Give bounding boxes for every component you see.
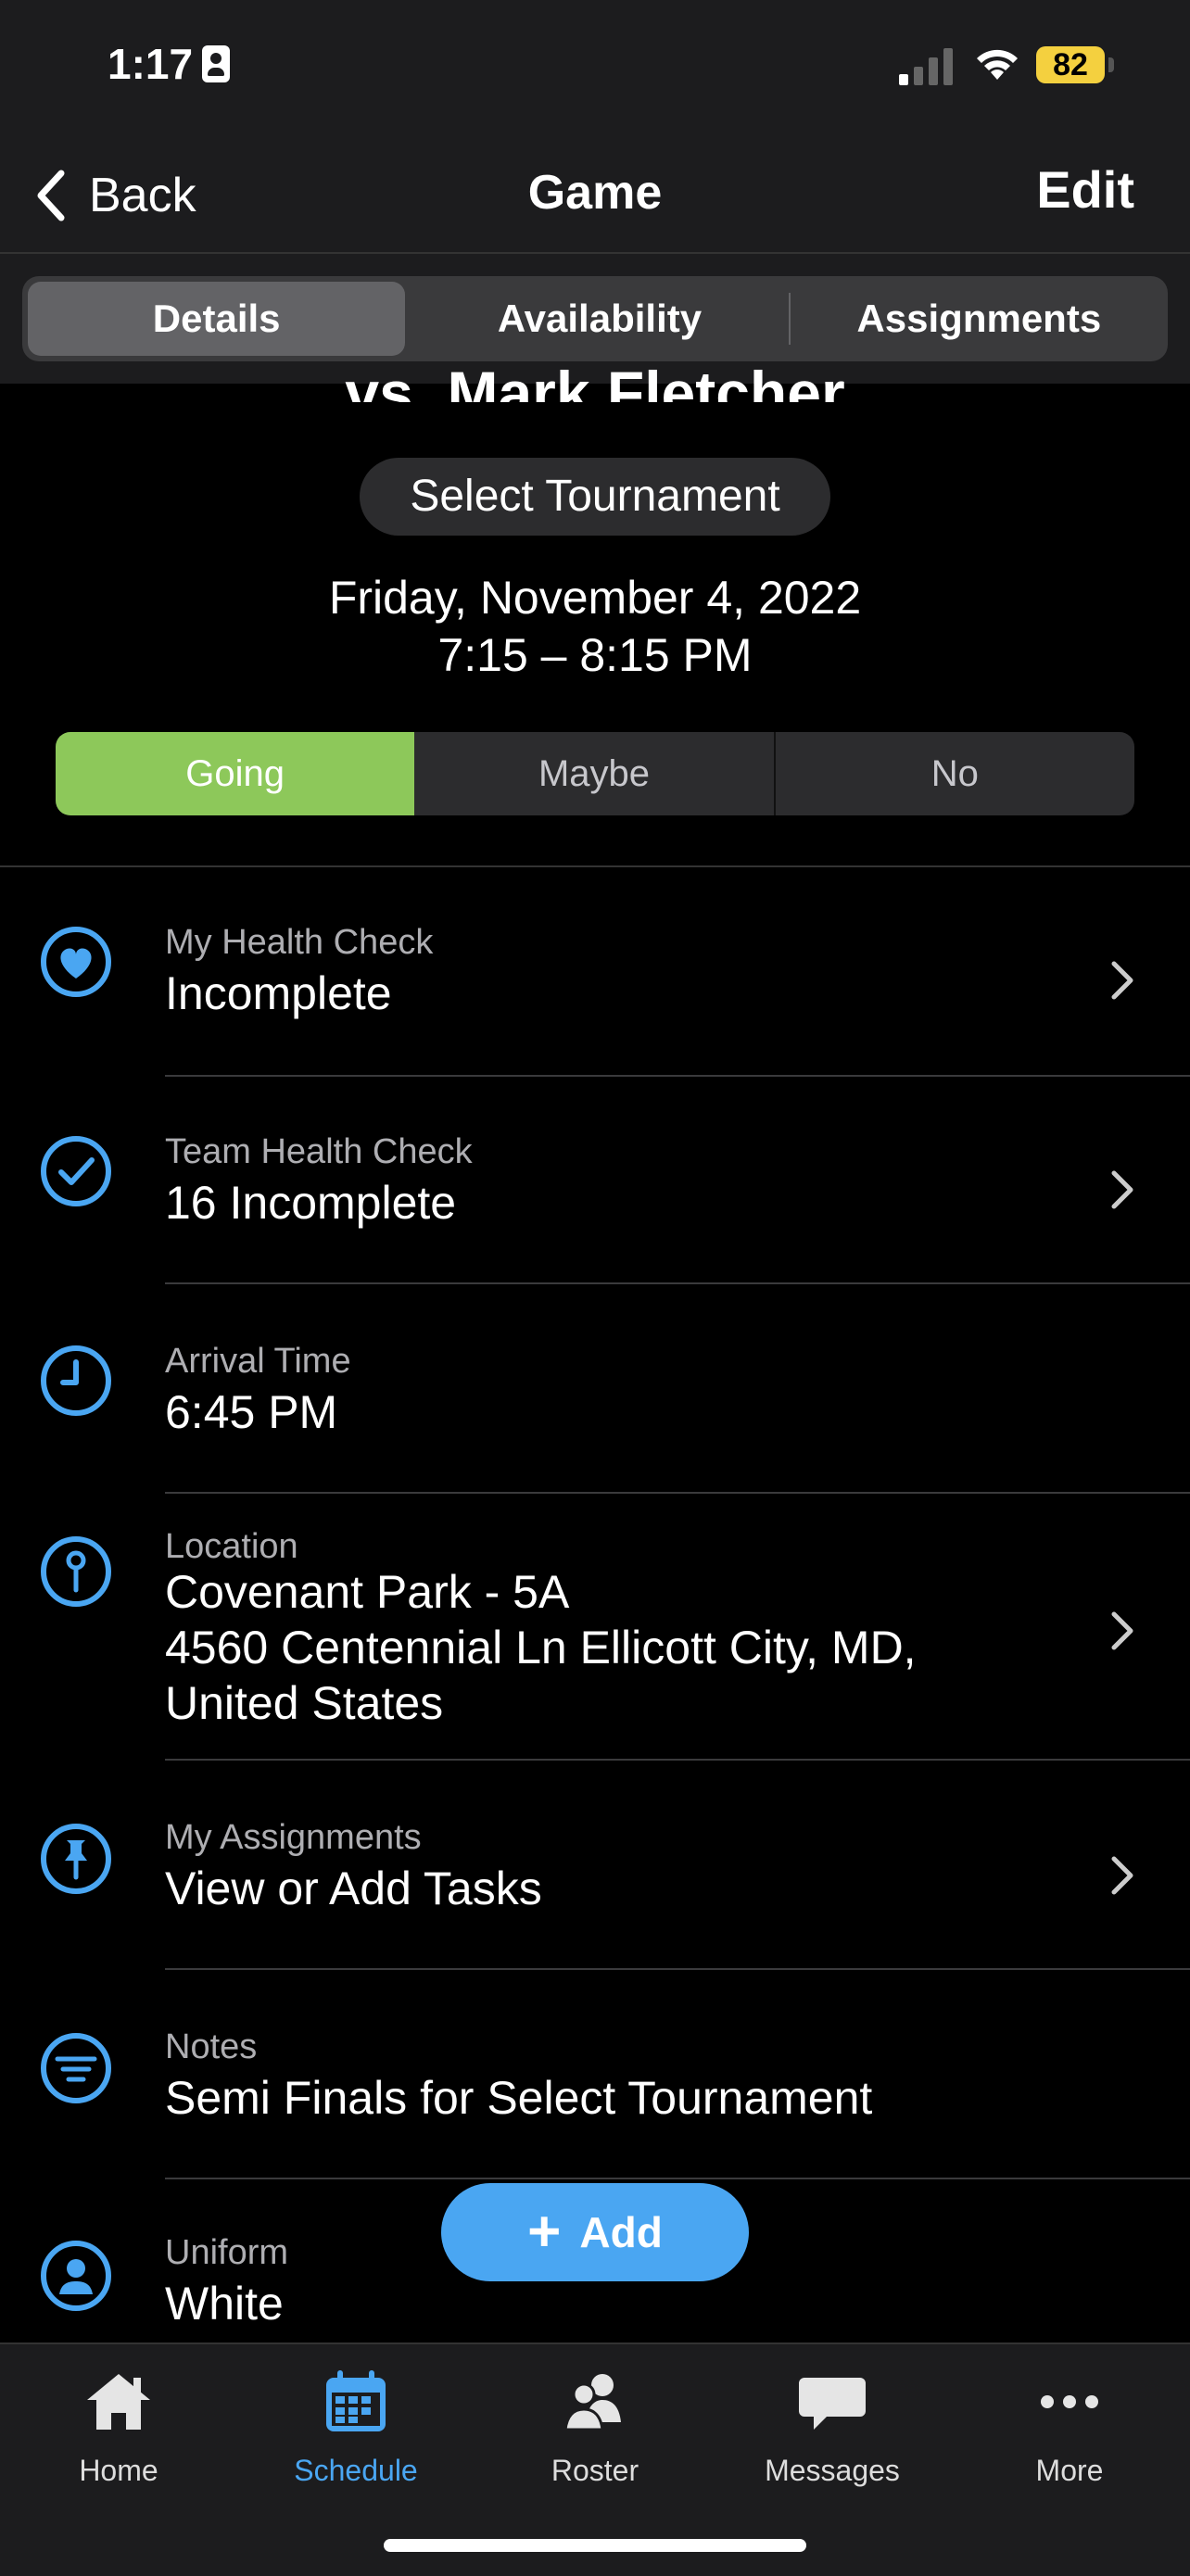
wifi-icon	[977, 49, 1018, 80]
row-label: Notes	[165, 2027, 258, 2066]
person-icon	[41, 2241, 111, 2311]
navigation-bar: Back Game Edit	[0, 139, 1190, 254]
map-pin-icon	[41, 1536, 111, 1607]
plus-icon: +	[527, 2200, 562, 2264]
row-my-health-check[interactable]: My Health Check Incomplete	[0, 899, 1190, 1075]
location-name: Covenant Park - 5A	[165, 1566, 570, 1618]
people-icon	[563, 2374, 621, 2431]
row-divider	[165, 1759, 1190, 1761]
house-icon	[87, 2374, 150, 2430]
row-team-health-check[interactable]: Team Health Check 16 Incomplete	[0, 1108, 1190, 1284]
tab-roster[interactable]: Roster	[493, 2365, 697, 2488]
cellular-signal-icon	[899, 48, 953, 85]
rsvp-going-button[interactable]: Going	[56, 732, 415, 815]
row-divider	[165, 1075, 1190, 1077]
tab-label: Home	[79, 2454, 158, 2487]
row-notes: Notes Semi Finals for Select Tournament	[0, 2005, 1190, 2181]
row-label: My Assignments	[165, 1818, 422, 1857]
tab-label: More	[1035, 2454, 1104, 2487]
row-value: 6:45 PM	[165, 1386, 338, 1438]
row-label: Team Health Check	[165, 1132, 473, 1171]
segmented-control: Details Availability Assignments	[22, 276, 1168, 361]
row-divider	[165, 1492, 1190, 1494]
tab-schedule[interactable]: Schedule	[254, 2365, 458, 2488]
row-divider	[165, 1968, 1190, 1970]
home-indicator	[384, 2539, 806, 2552]
tab-home[interactable]: Home	[17, 2365, 221, 2488]
chat-bubble-icon	[799, 2378, 866, 2430]
row-divider	[165, 1282, 1190, 1284]
rsvp-control: Going Maybe No	[56, 732, 1134, 815]
clock-icon	[41, 1345, 111, 1416]
edit-button[interactable]: Edit	[1036, 159, 1134, 220]
tab-details[interactable]: Details	[28, 282, 406, 356]
event-time-range: 7:15 – 8:15 PM	[437, 629, 753, 681]
page-title: Game	[527, 166, 663, 220]
tab-more[interactable]: More	[968, 2365, 1171, 2488]
battery-nub	[1108, 57, 1114, 72]
tab-assignments[interactable]: Assignments	[791, 276, 1168, 361]
location-country: United States	[165, 1677, 444, 1729]
row-value: View or Add Tasks	[165, 1863, 542, 1914]
row-label: Arrival Time	[165, 1342, 351, 1381]
row-label: Location	[165, 1527, 298, 1566]
contact-badge-icon	[202, 45, 231, 82]
heart-icon	[41, 927, 111, 997]
chevron-right-icon	[1111, 1611, 1133, 1650]
row-label: My Health Check	[165, 923, 434, 962]
tab-messages[interactable]: Messages	[730, 2365, 934, 2488]
row-arrival-time: Arrival Time 6:45 PM	[0, 1318, 1190, 1494]
battery-indicator: 82	[1036, 46, 1105, 83]
row-value: White	[165, 2278, 284, 2330]
status-time-text: 1:17	[108, 40, 194, 88]
chevron-right-icon	[1111, 1170, 1133, 1209]
row-label: Uniform	[165, 2233, 289, 2272]
check-circle-icon	[41, 1136, 111, 1206]
select-tournament-button[interactable]: Select Tournament	[360, 458, 830, 536]
add-button[interactable]: + Add	[441, 2183, 749, 2281]
row-divider	[165, 2178, 1190, 2179]
tab-label: Schedule	[294, 2454, 418, 2487]
section-divider	[0, 865, 1190, 867]
tab-label: Roster	[551, 2454, 639, 2487]
opponent-title: vs. Mark Fletcher	[345, 359, 845, 402]
row-value: Incomplete	[165, 967, 392, 1019]
tab-label: Messages	[765, 2454, 900, 2487]
row-location[interactable]: Location Covenant Park - 5A 4560 Centenn…	[0, 1520, 1190, 1761]
row-my-assignments[interactable]: My Assignments View or Add Tasks	[0, 1796, 1190, 1972]
tab-availability[interactable]: Availability	[411, 276, 788, 361]
chevron-right-icon	[1111, 1856, 1133, 1895]
row-value: Semi Finals for Select Tournament	[165, 2072, 873, 2124]
event-date: Friday, November 4, 2022	[328, 572, 862, 624]
status-bar: 1:17 82	[0, 0, 1190, 139]
rsvp-no-button[interactable]: No	[776, 732, 1134, 815]
pushpin-icon	[41, 1824, 111, 1894]
calendar-icon	[326, 2370, 386, 2431]
row-value: 16 Incomplete	[165, 1177, 457, 1229]
ellipsis-icon	[1041, 2395, 1098, 2408]
add-button-label: Add	[579, 2208, 663, 2256]
location-address-line: 4560 Centennial Ln Ellicott City, MD,	[165, 1622, 917, 1673]
chevron-right-icon	[1111, 961, 1133, 1000]
notes-icon	[41, 2033, 111, 2103]
status-time: 1:17	[108, 39, 231, 89]
rsvp-maybe-button[interactable]: Maybe	[414, 732, 773, 815]
